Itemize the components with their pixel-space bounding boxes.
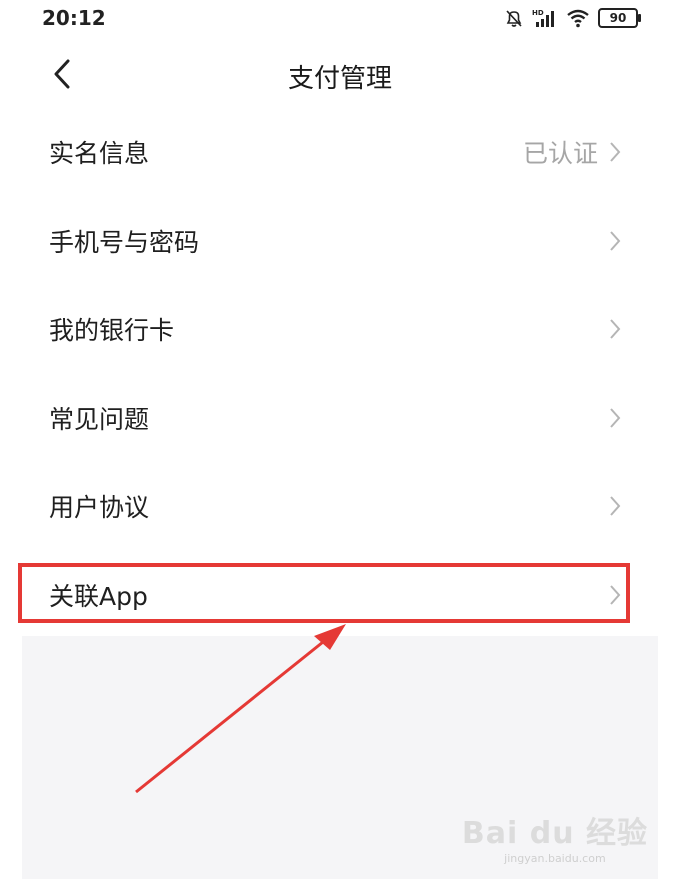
baidu-watermark: Bai du 经验 jingyan.baidu.com (462, 808, 648, 865)
watermark-logo-text: Bai du 经验 (461, 816, 648, 851)
pointer-arrow (135, 624, 346, 794)
watermark-url: jingyan.baidu.com (504, 852, 606, 865)
